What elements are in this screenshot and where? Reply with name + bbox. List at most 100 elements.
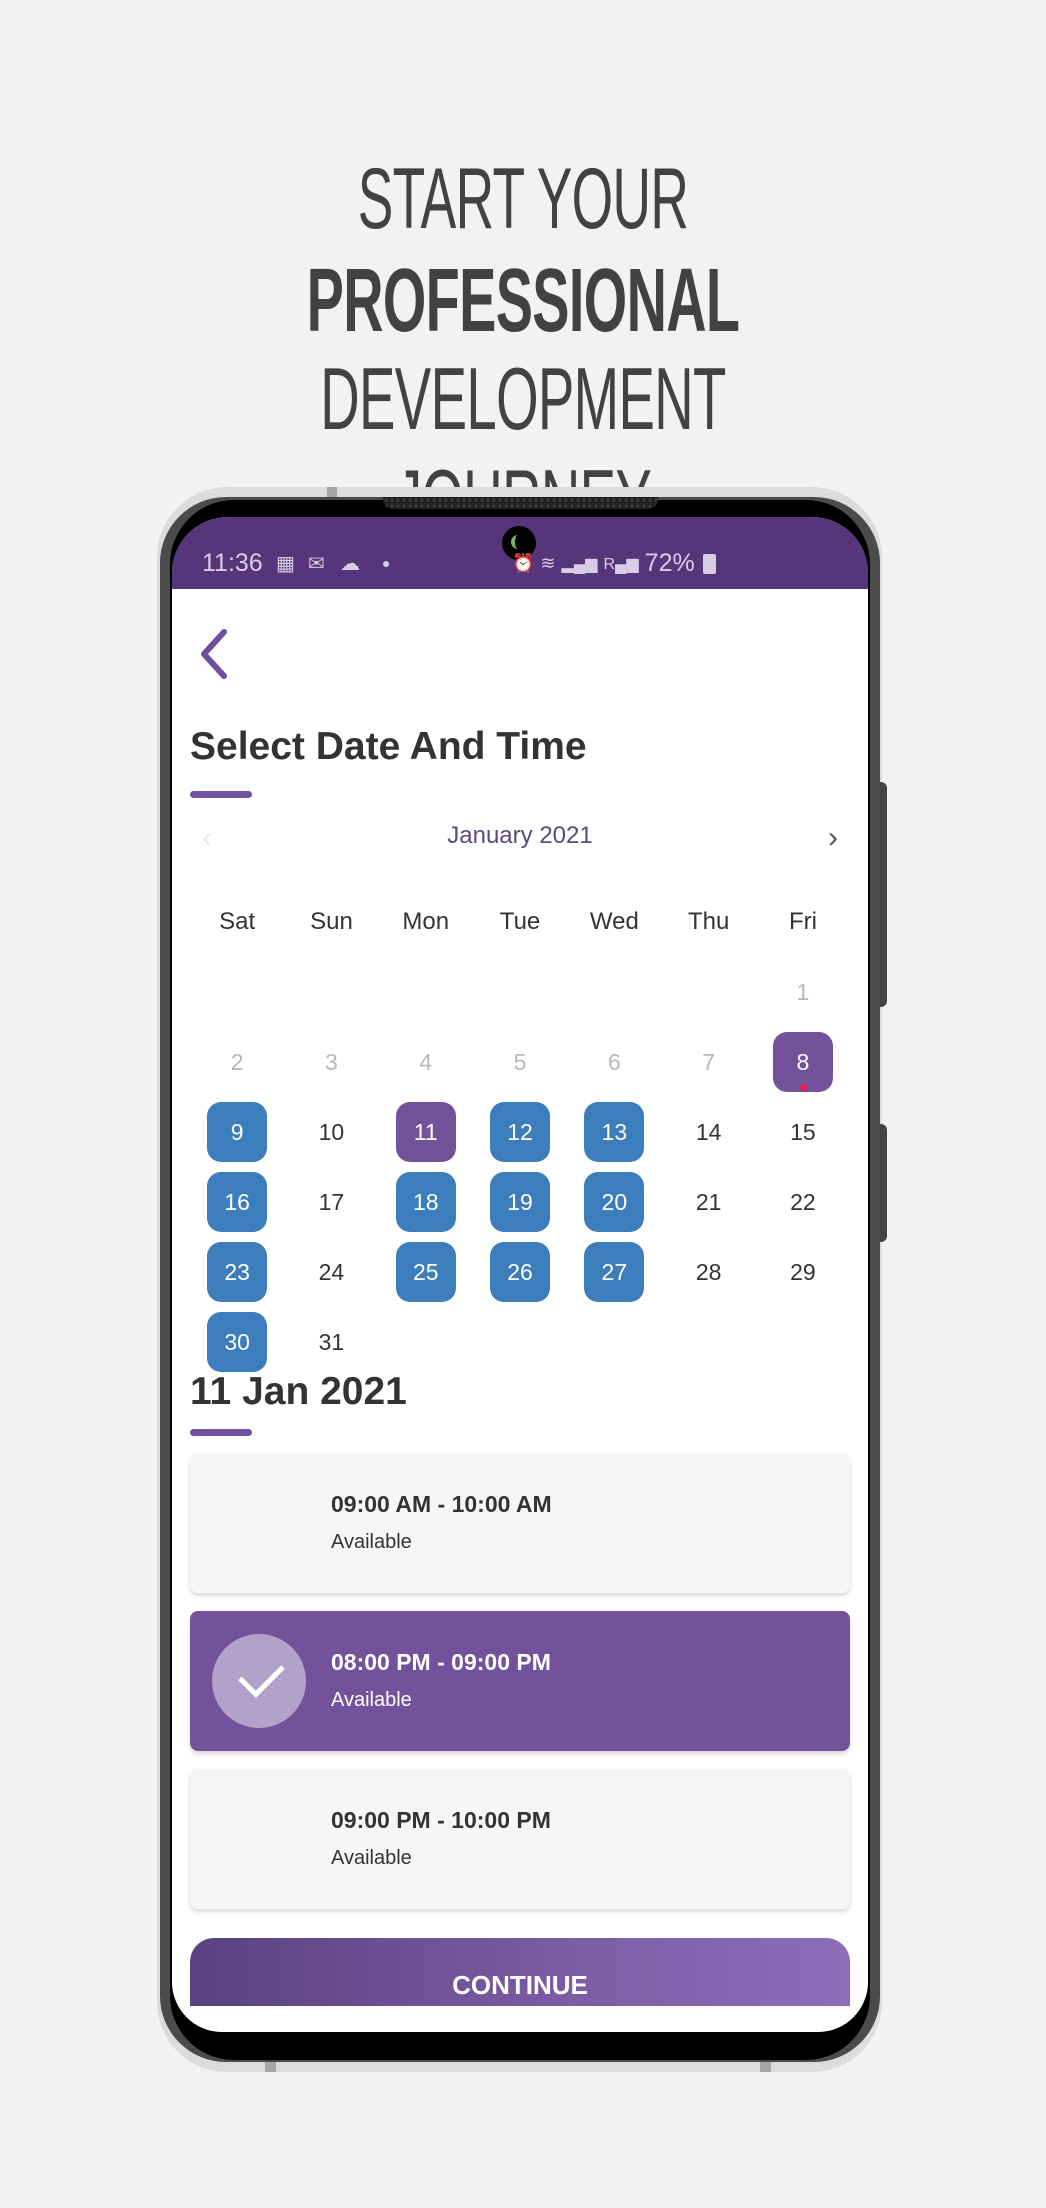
day-blank [661, 957, 755, 1027]
day-number: 16 [207, 1172, 268, 1232]
checkmark-icon [212, 1634, 306, 1728]
day-blank [473, 957, 567, 1027]
status-time: 11:36 [202, 549, 263, 577]
slot-status: Available [331, 1689, 412, 1711]
slot-time: 08:00 PM - 09:00 PM [331, 1649, 551, 1675]
signal-icon: ▂▄▆ [561, 555, 598, 573]
day-cell[interactable]: 23 [190, 1237, 284, 1307]
day-cell[interactable]: 29 [756, 1237, 850, 1307]
day-number: 3 [325, 1048, 338, 1075]
day-cell[interactable]: 18 [379, 1167, 473, 1237]
next-month-button[interactable]: › [828, 821, 838, 855]
day-number: 8 [772, 1032, 833, 1092]
day-cell[interactable]: 25 [379, 1237, 473, 1307]
slot-time: 09:00 PM - 10:00 PM [331, 1807, 551, 1833]
day-number: 26 [490, 1242, 551, 1302]
day-number: 14 [695, 1118, 722, 1145]
time-slot[interactable]: 08:00 PM - 09:00 PM Available [190, 1611, 850, 1751]
day-number: 10 [318, 1118, 345, 1145]
gallery-icon: ▦ [276, 553, 295, 575]
day-cell[interactable]: 27 [567, 1237, 661, 1307]
day-cell[interactable]: 9 [190, 1097, 284, 1167]
day-number: 9 [207, 1102, 268, 1162]
phone-speaker-grille [383, 497, 658, 509]
day-number: 19 [490, 1172, 551, 1232]
time-slot[interactable]: 09:00 AM - 10:00 AM Available [190, 1453, 850, 1593]
wifi-icon: ≋ [540, 553, 556, 573]
day-number: 24 [318, 1258, 345, 1285]
day-cell[interactable]: 20 [567, 1167, 661, 1237]
day-cell[interactable]: 19 [473, 1167, 567, 1237]
day-number: 20 [584, 1172, 645, 1232]
day-blank [567, 957, 661, 1027]
day-cell[interactable]: 31 [284, 1307, 378, 1377]
chevron-left-icon [201, 629, 227, 679]
slot-time: 09:00 AM - 10:00 AM [331, 1491, 552, 1517]
day-number: 13 [584, 1102, 645, 1162]
day-number: 28 [695, 1258, 722, 1285]
weekday-label: Fri [788, 908, 817, 935]
day-cell[interactable]: 26 [473, 1237, 567, 1307]
day-number: 31 [318, 1328, 345, 1355]
day-number: 27 [584, 1242, 645, 1302]
day-cell: 2 [190, 1027, 284, 1097]
status-bar: 11:36 ▦ ✉ ☁ ● ⏰ ≋ ▂▄▆ R▄▆ 72% [172, 517, 868, 589]
time-slot[interactable]: 09:00 PM - 10:00 PM Available [190, 1769, 850, 1909]
day-cell[interactable]: 10 [284, 1097, 378, 1167]
day-number: 22 [790, 1188, 816, 1215]
battery-percent: 72% [644, 549, 695, 577]
battery-icon [702, 553, 716, 574]
weekday-header: Sat Sun Mon Tue Wed Thu Fri [190, 887, 850, 957]
weekday-label: Wed [589, 908, 639, 935]
day-number: 15 [790, 1118, 816, 1145]
day-cell: 4 [379, 1027, 473, 1097]
day-cell[interactable]: 24 [284, 1237, 378, 1307]
day-number: 7 [702, 1048, 716, 1075]
dot-icon: ● [382, 555, 391, 571]
day-cell[interactable]: 16 [190, 1167, 284, 1237]
day-number: 4 [419, 1048, 433, 1075]
mail-icon: ✉ [308, 553, 325, 575]
day-number: 25 [395, 1242, 456, 1302]
day-number: 12 [490, 1102, 551, 1162]
day-cell[interactable]: 12 [473, 1097, 567, 1167]
weekday-label: Tue [499, 908, 541, 935]
day-cell[interactable]: 17 [284, 1167, 378, 1237]
today-indicator-dot [799, 1084, 807, 1091]
phone-screen: 11:36 ▦ ✉ ☁ ● ⏰ ≋ ▂▄▆ R▄▆ 72% Select Dat… [172, 517, 868, 2032]
day-number: 11 [395, 1102, 456, 1162]
slot-status: Available [331, 1847, 412, 1869]
continue-label: CONTINUE [452, 1970, 588, 2000]
day-blank [379, 957, 473, 1027]
day-number: 23 [207, 1242, 268, 1302]
continue-button[interactable]: CONTINUE [190, 1938, 850, 2006]
day-cell[interactable]: 11 [379, 1097, 473, 1167]
day-cell[interactable]: 14 [661, 1097, 755, 1167]
day-number: 5 [513, 1048, 527, 1075]
alarm-icon: ⏰ [512, 553, 535, 573]
day-number: 30 [207, 1312, 268, 1372]
day-cell[interactable]: 30 [190, 1307, 284, 1377]
day-number: 2 [230, 1048, 244, 1075]
phone-side-key-power [880, 1124, 887, 1242]
day-number: 29 [790, 1258, 816, 1285]
day-number: 1 [796, 978, 810, 1005]
slot-status: Available [331, 1531, 412, 1553]
month-label: January 2021 [447, 822, 593, 849]
day-cell[interactable]: 8 [756, 1027, 850, 1097]
day-blank [284, 957, 378, 1027]
day-cell: 7 [661, 1027, 755, 1097]
day-cell[interactable]: 22 [756, 1167, 850, 1237]
day-cell[interactable]: 28 [661, 1237, 755, 1307]
calendar: Sat Sun Mon Tue Wed Thu Fri 1 2 3 4 5 6 7 8 9 10 11 12 13 1… [190, 887, 850, 1377]
selected-date-heading: 11 Jan 2021 [190, 1370, 407, 1413]
day-cell[interactable]: 13 [567, 1097, 661, 1167]
weekday-label: Thu [687, 908, 730, 935]
day-number: 21 [695, 1188, 722, 1215]
date-underline [190, 1429, 252, 1436]
day-cell[interactable]: 15 [756, 1097, 850, 1167]
day-cell[interactable]: 21 [661, 1167, 755, 1237]
status-right-group: ⏰ ≋ ▂▄▆ R▄▆ 72% [512, 549, 716, 578]
title-underline [190, 791, 252, 798]
back-button[interactable] [196, 622, 236, 682]
